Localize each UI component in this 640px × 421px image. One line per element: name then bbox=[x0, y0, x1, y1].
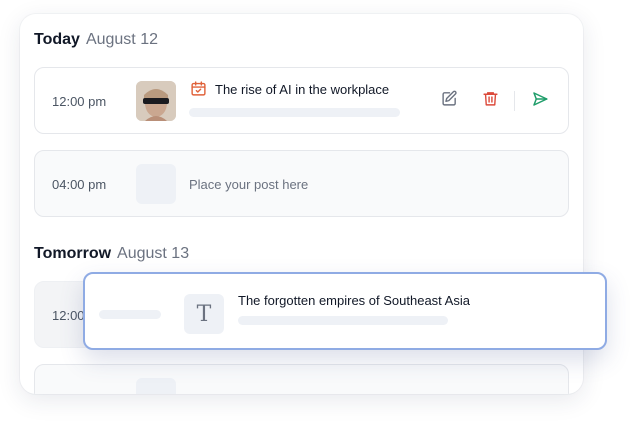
skeleton-line bbox=[238, 316, 448, 325]
post-title: The forgotten empires of Southeast Asia bbox=[238, 293, 470, 308]
drop-placeholder-text: Place your post here bbox=[189, 177, 309, 192]
slot-time: 12:00 pm bbox=[52, 94, 107, 109]
empty-slot[interactable]: 04:00 pm Place your post here bbox=[34, 150, 569, 217]
skeleton-line bbox=[189, 108, 400, 117]
post-title: The rise of AI in the workplace bbox=[215, 82, 390, 97]
send-icon bbox=[531, 90, 549, 113]
post-slot[interactable]: 12:00 pm The rise of AI in the workplace bbox=[34, 67, 569, 134]
edit-icon bbox=[441, 90, 458, 112]
text-glyph: T bbox=[196, 301, 212, 327]
calendar-icon bbox=[190, 80, 207, 102]
thumbnail-placeholder bbox=[136, 164, 176, 204]
edit-button[interactable] bbox=[438, 90, 460, 112]
day-label: Today bbox=[34, 31, 80, 48]
skeleton-line bbox=[99, 310, 161, 319]
slot-time: 04:00 pm bbox=[52, 177, 107, 192]
trash-icon bbox=[482, 90, 499, 112]
today-header: Today August 12 bbox=[34, 31, 158, 49]
day-label: Tomorrow bbox=[34, 245, 112, 262]
date-label: August 12 bbox=[85, 31, 158, 48]
delete-button[interactable] bbox=[479, 90, 501, 112]
thumbnail-placeholder bbox=[136, 378, 176, 394]
empty-slot[interactable] bbox=[34, 364, 569, 394]
slot-time: 12:00 bbox=[52, 308, 85, 323]
send-button[interactable] bbox=[529, 90, 551, 112]
date-label: August 13 bbox=[117, 245, 190, 262]
action-divider bbox=[514, 91, 515, 111]
post-thumbnail bbox=[136, 81, 176, 121]
text-post-type-icon: T bbox=[184, 294, 224, 334]
dragged-post-card[interactable]: T The forgotten empires of Southeast Asi… bbox=[83, 272, 607, 350]
tomorrow-header: Tomorrow August 13 bbox=[34, 245, 189, 263]
